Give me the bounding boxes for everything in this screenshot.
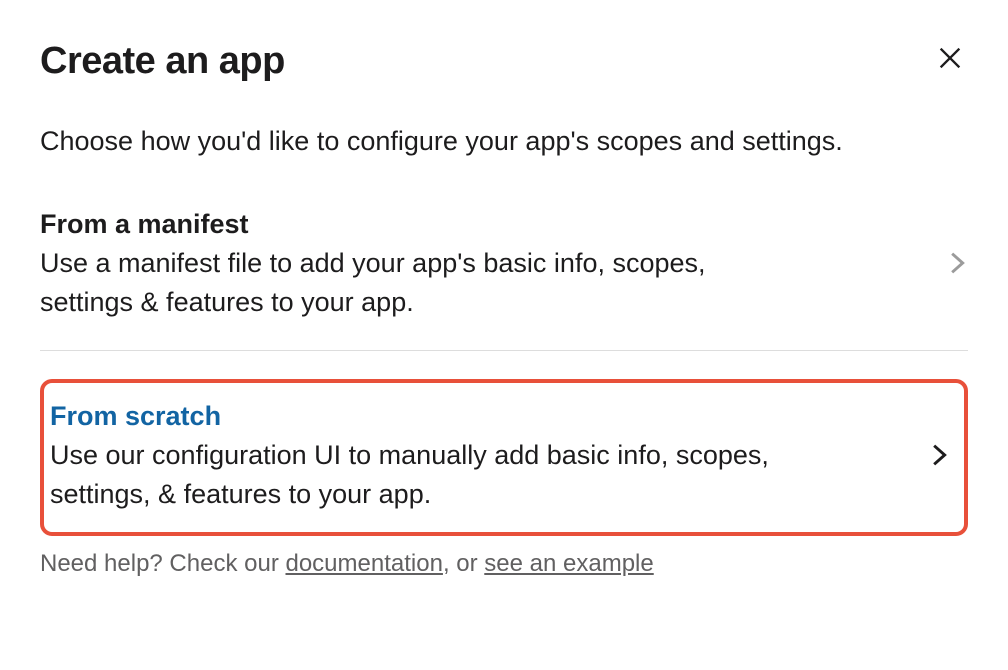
- option-manifest-desc: Use a manifest file to add your app's ba…: [40, 244, 800, 322]
- page-title: Create an app: [40, 40, 285, 83]
- documentation-link[interactable]: documentation: [285, 550, 442, 577]
- close-icon: [936, 44, 964, 77]
- option-scratch-title: From scratch: [50, 401, 910, 432]
- chevron-right-icon: [948, 249, 968, 282]
- close-button[interactable]: [932, 40, 968, 81]
- option-from-manifest[interactable]: From a manifest Use a manifest file to a…: [40, 209, 968, 350]
- footer-help-text: Need help? Check our documentation, or s…: [40, 550, 968, 578]
- option-scratch-desc: Use our configuration UI to manually add…: [50, 436, 810, 514]
- footer-middle: , or: [443, 550, 484, 577]
- see-example-link[interactable]: see an example: [484, 550, 653, 577]
- divider: [40, 350, 968, 351]
- option-manifest-title: From a manifest: [40, 209, 928, 240]
- footer-prefix: Need help? Check our: [40, 550, 285, 577]
- option-from-scratch[interactable]: From scratch Use our configuration UI to…: [40, 379, 968, 536]
- subtitle-text: Choose how you'd like to configure your …: [40, 123, 968, 161]
- chevron-right-icon: [930, 441, 950, 474]
